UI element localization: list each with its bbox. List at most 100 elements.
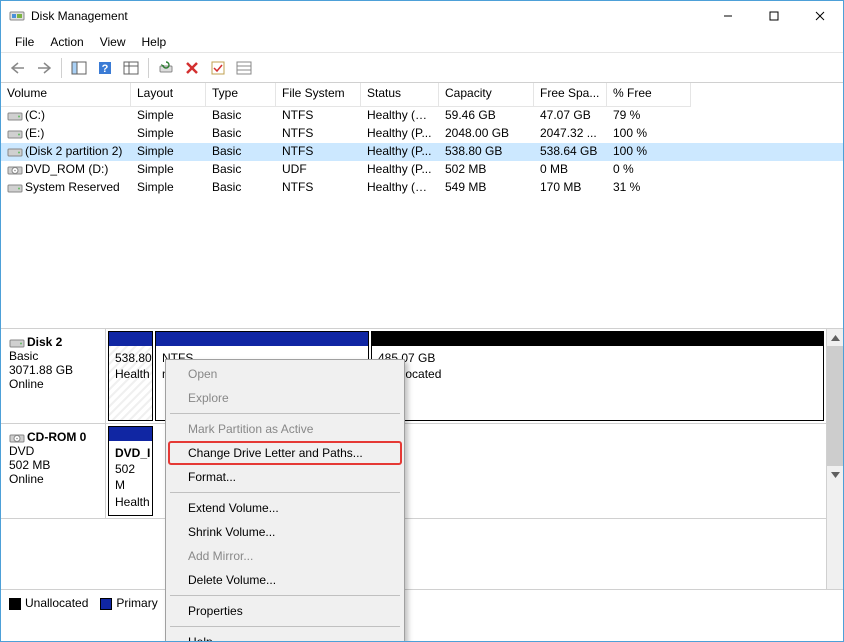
partition[interactable]: 485.07 GBUnallocated — [371, 331, 824, 421]
delete-button[interactable] — [181, 57, 203, 79]
disk-icon — [9, 337, 25, 349]
disk-label[interactable]: CD-ROM 0DVD502 MBOnline — [1, 424, 106, 518]
disk-size: 3071.88 GB — [9, 363, 73, 377]
col-fs[interactable]: File System — [276, 83, 361, 107]
legend-primary: Primary — [100, 596, 157, 610]
disk-size: 502 MB — [9, 458, 50, 472]
window-title: Disk Management — [31, 9, 705, 23]
menu-file[interactable]: File — [7, 33, 42, 51]
ctx-mark-active[interactable]: Mark Partition as Active — [168, 417, 402, 441]
forward-button[interactable] — [33, 57, 55, 79]
partition[interactable]: 538.80Health — [108, 331, 153, 421]
legend: Unallocated Primary — [1, 589, 843, 616]
partition[interactable]: DVD_I502 MHealth — [108, 426, 153, 516]
ctx-explore[interactable]: Explore — [168, 386, 402, 410]
drive-icon — [7, 128, 23, 140]
partition-stripe — [109, 332, 152, 346]
cell-free: 170 MB — [534, 179, 607, 197]
context-menu: Open Explore Mark Partition as Active Ch… — [165, 359, 405, 642]
volume-name: DVD_ROM (D:) — [25, 162, 108, 176]
scrollbar[interactable] — [826, 329, 843, 589]
disk-kind: DVD — [9, 444, 34, 458]
volume-row[interactable]: (E:)SimpleBasicNTFSHealthy (P...2048.00 … — [1, 125, 843, 143]
cell-status: Healthy (P... — [361, 125, 439, 143]
cell-free: 2047.32 ... — [534, 125, 607, 143]
cell-type: Basic — [206, 107, 276, 125]
col-type[interactable]: Type — [206, 83, 276, 107]
cell-capacity: 502 MB — [439, 161, 534, 179]
list-button[interactable] — [233, 57, 255, 79]
disk-name: Disk 2 — [27, 335, 62, 349]
ctx-properties[interactable]: Properties — [168, 599, 402, 623]
disk-label[interactable]: Disk 2Basic3071.88 GBOnline — [1, 329, 106, 423]
ctx-help[interactable]: Help — [168, 630, 402, 642]
ctx-extend[interactable]: Extend Volume... — [168, 496, 402, 520]
refresh-button[interactable] — [155, 57, 177, 79]
cell-status: Healthy (B... — [361, 107, 439, 125]
toolbar: ? — [1, 53, 843, 83]
col-pct[interactable]: % Free — [607, 83, 691, 107]
partition-body: 485.07 GBUnallocated — [372, 346, 823, 420]
cell-status: Healthy (P... — [361, 143, 439, 161]
cell-capacity: 549 MB — [439, 179, 534, 197]
volume-row[interactable]: System ReservedSimpleBasicNTFSHealthy (S… — [1, 179, 843, 197]
scroll-down-icon[interactable] — [827, 466, 843, 483]
ctx-shrink[interactable]: Shrink Volume... — [168, 520, 402, 544]
drive-icon — [7, 182, 23, 194]
volume-name: System Reserved — [25, 180, 120, 194]
col-free[interactable]: Free Spa... — [534, 83, 607, 107]
check-button[interactable] — [207, 57, 229, 79]
help-button[interactable]: ? — [94, 57, 116, 79]
partition-body: 538.80Health — [109, 346, 152, 420]
cell-free: 538.64 GB — [534, 143, 607, 161]
cell-free: 0 MB — [534, 161, 607, 179]
cell-pct: 0 % — [607, 161, 691, 179]
minimize-button[interactable] — [705, 1, 751, 31]
volume-list-header: Volume Layout Type File System Status Ca… — [1, 83, 843, 107]
cell-pct: 31 % — [607, 179, 691, 197]
cell-type: Basic — [206, 161, 276, 179]
cell-status: Healthy (S... — [361, 179, 439, 197]
scroll-up-icon[interactable] — [827, 329, 843, 346]
menu-action[interactable]: Action — [42, 33, 91, 51]
cell-capacity: 538.80 GB — [439, 143, 534, 161]
back-button[interactable] — [7, 57, 29, 79]
ctx-format[interactable]: Format... — [168, 465, 402, 489]
disk-icon — [9, 432, 25, 444]
volume-row[interactable]: (C:)SimpleBasicNTFSHealthy (B...59.46 GB… — [1, 107, 843, 125]
cell-type: Basic — [206, 125, 276, 143]
menu-view[interactable]: View — [92, 33, 134, 51]
cell-fs: NTFS — [276, 179, 361, 197]
disk-row: CD-ROM 0DVD502 MBOnlineDVD_I502 MHealth — [1, 424, 826, 519]
scroll-thumb[interactable] — [827, 346, 843, 466]
cell-layout: Simple — [131, 107, 206, 125]
ctx-open[interactable]: Open — [168, 362, 402, 386]
titlebar[interactable]: Disk Management — [1, 1, 843, 31]
volume-name: (E:) — [25, 126, 44, 140]
partition-stripe — [156, 332, 368, 346]
svg-text:?: ? — [102, 63, 109, 75]
col-capacity[interactable]: Capacity — [439, 83, 534, 107]
maximize-button[interactable] — [751, 1, 797, 31]
ctx-mirror[interactable]: Add Mirror... — [168, 544, 402, 568]
app-icon — [9, 8, 25, 24]
col-layout[interactable]: Layout — [131, 83, 206, 107]
legend-unallocated: Unallocated — [9, 596, 88, 610]
col-volume[interactable]: Volume — [1, 83, 131, 107]
col-status[interactable]: Status — [361, 83, 439, 107]
menu-help[interactable]: Help — [134, 33, 175, 51]
partition-stripe — [372, 332, 823, 346]
show-hide-button[interactable] — [68, 57, 90, 79]
ctx-change-drive-letter[interactable]: Change Drive Letter and Paths... — [168, 441, 402, 465]
volume-list: Volume Layout Type File System Status Ca… — [1, 83, 843, 329]
cell-fs: NTFS — [276, 125, 361, 143]
ctx-delete[interactable]: Delete Volume... — [168, 568, 402, 592]
cell-layout: Simple — [131, 161, 206, 179]
volume-row[interactable]: DVD_ROM (D:)SimpleBasicUDFHealthy (P...5… — [1, 161, 843, 179]
settings-button[interactable] — [120, 57, 142, 79]
graphical-view: Disk 2Basic3071.88 GBOnline538.80HealthN… — [1, 329, 843, 589]
volume-row[interactable]: (Disk 2 partition 2)SimpleBasicNTFSHealt… — [1, 143, 843, 161]
cell-layout: Simple — [131, 179, 206, 197]
partition-body: DVD_I502 MHealth — [109, 441, 152, 515]
close-button[interactable] — [797, 1, 843, 31]
